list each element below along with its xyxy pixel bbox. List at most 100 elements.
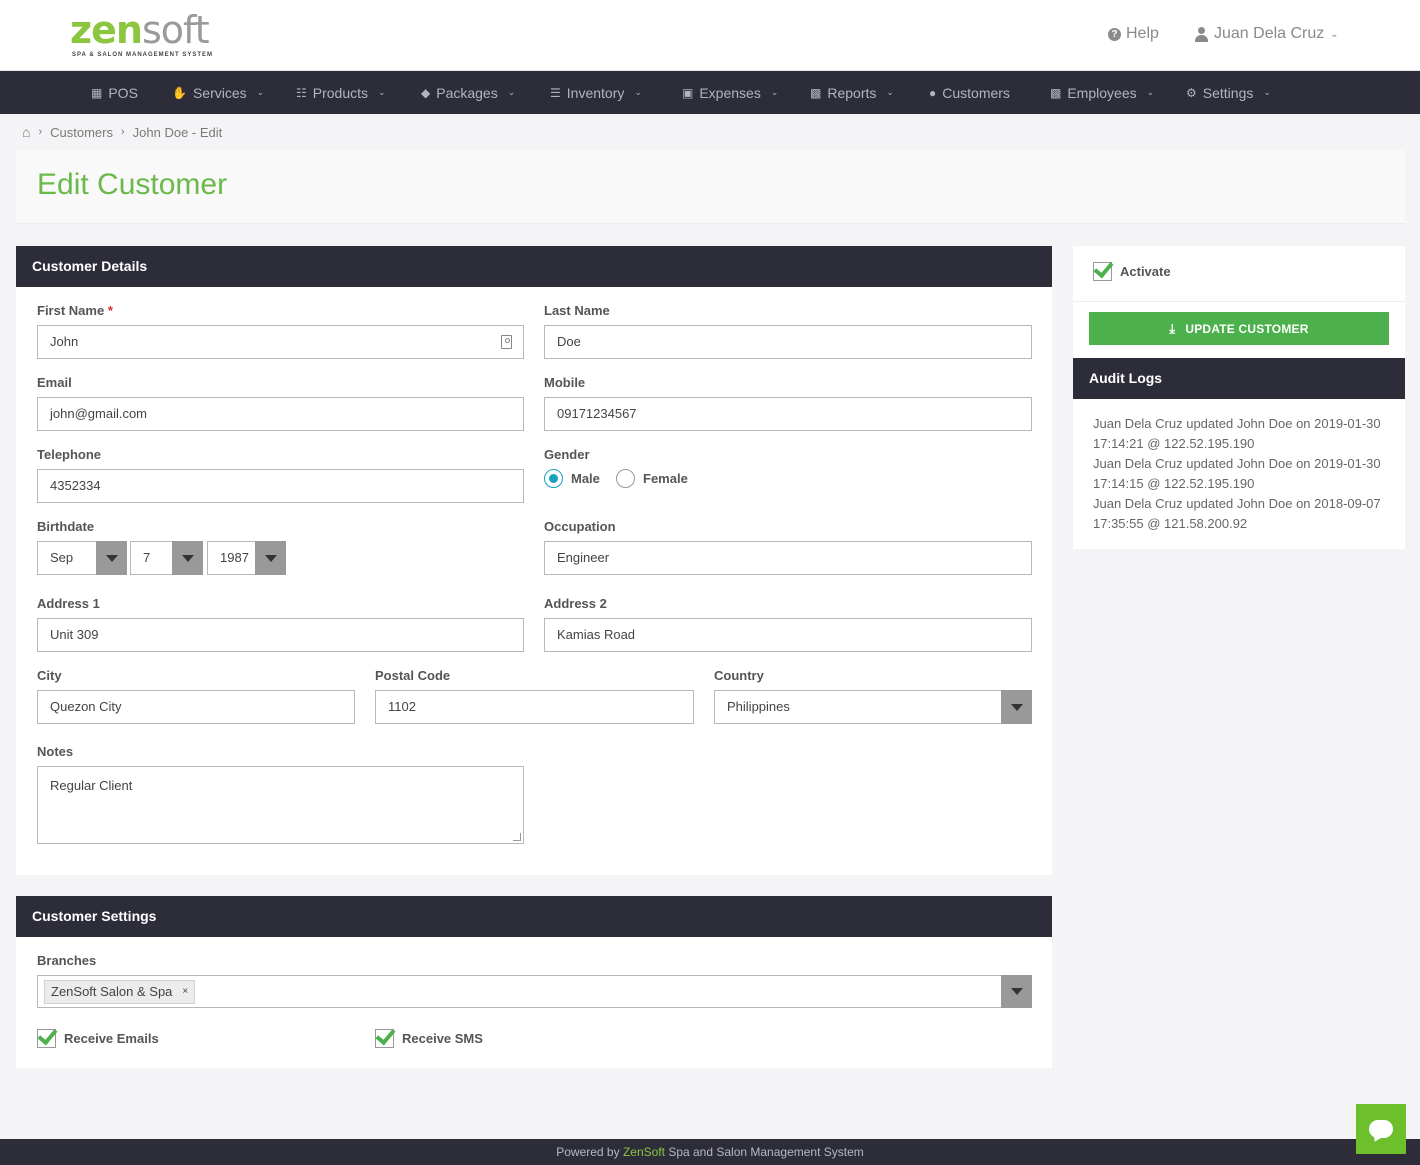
postal-code-field[interactable]: 1102 <box>375 690 694 724</box>
user-name: Juan Dela Cruz <box>1214 25 1325 42</box>
birth-year-select[interactable]: 1987 <box>207 541 286 575</box>
nav-item-expenses[interactable]: ▣ Expenses ⌄ <box>682 71 778 114</box>
chevron-down-icon: ⌄ <box>1263 87 1271 97</box>
audit-log-entry: Juan Dela Cruz updated John Doe on 2019-… <box>1093 456 1381 491</box>
top-header: zensoft SPA & SALON MANAGEMENT SYSTEM ? … <box>0 0 1420 71</box>
first-name-value: John <box>50 334 79 349</box>
help-link[interactable]: ? Help <box>1108 25 1159 43</box>
home-icon[interactable]: ⌂ <box>22 124 30 140</box>
nav-item-packages[interactable]: ◆ Packages ⌄ <box>421 71 515 114</box>
telephone-field[interactable]: 4352334 <box>37 469 524 503</box>
checkmark-icon <box>37 1029 56 1048</box>
remove-tag-icon[interactable]: × <box>182 981 188 1003</box>
update-button-label: UPDATE CUSTOMER <box>1185 321 1309 336</box>
last-name-label: Last Name <box>544 303 610 318</box>
activate-checkbox[interactable]: Activate <box>1093 262 1171 281</box>
chat-bubble-icon <box>1369 1120 1393 1138</box>
address2-label: Address 2 <box>544 596 607 611</box>
footer-suffix: Spa and Salon Management System <box>668 1145 864 1159</box>
nav-item-inventory[interactable]: ☰ Inventory ⌄ <box>550 71 642 114</box>
city-field[interactable]: Quezon City <box>37 690 355 724</box>
nav-label: Reports <box>827 84 877 101</box>
city-value: Quezon City <box>50 699 122 714</box>
nav-item-employees[interactable]: ▩ Employees ⌄ <box>1050 71 1154 114</box>
country-label: Country <box>714 668 764 683</box>
caret-down-icon <box>264 554 277 562</box>
birth-day-value: 7 <box>143 550 151 565</box>
logo-tagline: SPA & SALON MANAGEMENT SYSTEM <box>72 52 214 58</box>
chevron-down-icon: ⌄ <box>1146 87 1155 97</box>
user-menu[interactable]: Juan Dela Cruz ⌄ <box>1195 25 1339 43</box>
chevron-down-icon: ⌄ <box>1330 28 1339 40</box>
list-icon: ☰ <box>550 85 561 100</box>
activate-label: Activate <box>1120 264 1171 279</box>
mobile-label: Mobile <box>544 375 586 390</box>
notes-label: Notes <box>37 744 74 759</box>
first-name-field[interactable]: John <box>37 325 524 359</box>
page-title: Edit Customer <box>37 168 228 201</box>
tags-icon: ◆ <box>421 85 431 100</box>
cart-icon: ☷ <box>296 85 307 100</box>
notes-textarea[interactable]: Regular Client <box>37 766 524 844</box>
main-nav: ▦ POS ✋ Services ⌄ ☷ Products ⌄ ◆ Packag… <box>0 71 1420 114</box>
breadcrumb-customers[interactable]: Customers <box>50 125 113 140</box>
address1-field[interactable]: Unit 309 <box>37 618 524 652</box>
checkmark-icon <box>1093 262 1112 281</box>
gear-icon: ⚙ <box>1186 85 1197 100</box>
nav-label: Expenses <box>699 84 761 101</box>
nav-label: Settings <box>1202 84 1254 101</box>
email-field[interactable]: john@gmail.com <box>37 397 524 431</box>
dropdown-arrow <box>1001 975 1032 1008</box>
chevron-down-icon: ⌄ <box>507 87 516 97</box>
occupation-label: Occupation <box>544 519 616 534</box>
zensoft-logo[interactable]: zensoft SPA & SALON MANAGEMENT SYSTEM <box>70 10 220 62</box>
radio-selected-icon <box>544 469 563 488</box>
address2-field[interactable]: Kamias Road <box>544 618 1032 652</box>
footer-brand-link[interactable]: ZenSoft <box>623 1145 665 1159</box>
country-select[interactable]: Philippines <box>714 690 1032 724</box>
chevron-down-icon: ⌄ <box>378 87 386 97</box>
dropdown-arrow <box>172 541 203 575</box>
chevron-down-icon: ⌄ <box>770 87 779 97</box>
nav-label: Customers <box>942 84 1010 101</box>
breadcrumb: ⌂ › Customers › John Doe - Edit <box>22 124 222 140</box>
branches-multiselect[interactable]: ZenSoft Salon & Spa × <box>37 975 1032 1008</box>
nav-item-pos[interactable]: ▦ POS <box>91 71 138 114</box>
birthdate-label: Birthdate <box>37 519 95 534</box>
gender-male-radio[interactable]: Male <box>544 469 600 488</box>
question-circle-icon: ? <box>1108 27 1121 41</box>
nav-item-products[interactable]: ☷ Products ⌄ <box>296 71 386 114</box>
last-name-field[interactable]: Doe <box>544 325 1032 359</box>
checkmark-icon <box>375 1029 394 1048</box>
nav-item-services[interactable]: ✋ Services ⌄ <box>172 71 264 114</box>
nav-item-settings[interactable]: ⚙ Settings ⌄ <box>1186 71 1271 114</box>
postal-code-label: Postal Code <box>375 668 451 683</box>
birth-month-select[interactable]: Sep <box>37 541 127 575</box>
footer-prefix: Powered by <box>556 1145 620 1159</box>
birth-day-select[interactable]: 7 <box>130 541 203 575</box>
nav-label: Inventory <box>566 84 625 101</box>
picture-icon: ▣ <box>682 85 694 100</box>
nav-item-customers[interactable]: ● Customers <box>929 71 1010 114</box>
dropdown-arrow <box>96 541 127 575</box>
gender-female-radio[interactable]: Female <box>616 469 688 488</box>
update-customer-button[interactable]: ⤓ UPDATE CUSTOMER <box>1089 312 1389 345</box>
resize-handle-icon[interactable] <box>513 833 521 841</box>
receive-emails-label: Receive Emails <box>64 1031 159 1046</box>
receive-sms-checkbox[interactable]: Receive SMS <box>375 1029 483 1048</box>
page-title-panel: Edit Customer <box>16 150 1405 224</box>
address1-label: Address 1 <box>37 596 100 611</box>
briefcase-icon: ▩ <box>1050 85 1062 100</box>
address1-value: Unit 309 <box>50 627 99 642</box>
notes-value: Regular Client <box>50 778 133 793</box>
receive-emails-checkbox[interactable]: Receive Emails <box>37 1029 159 1048</box>
chevron-down-icon: ⌄ <box>634 87 642 97</box>
nav-label: POS <box>108 84 138 101</box>
mobile-field[interactable]: 09171234567 <box>544 397 1032 431</box>
nav-item-reports[interactable]: ▩ Reports ⌄ <box>810 71 894 114</box>
email-label: Email <box>37 375 72 390</box>
occupation-field[interactable]: Engineer <box>544 541 1032 575</box>
country-value: Philippines <box>727 699 790 714</box>
chat-widget-button[interactable] <box>1356 1104 1406 1154</box>
nav-label: Employees <box>1067 84 1137 101</box>
